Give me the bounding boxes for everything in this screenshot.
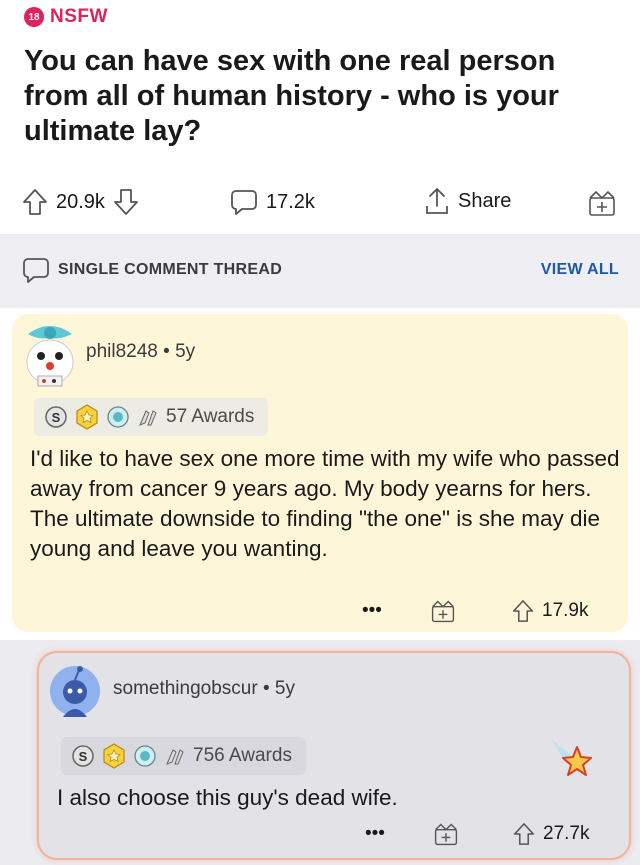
comment-username[interactable]: phil8248 [86, 341, 158, 362]
comment-vote-group: 17.9k [512, 599, 588, 623]
platinum-award-icon [106, 405, 130, 429]
view-all-link[interactable]: VIEW ALL [541, 261, 619, 279]
more-options-button[interactable]: ••• [362, 600, 382, 622]
awards-count: 756 Awards [193, 745, 292, 766]
gift-icon [587, 188, 617, 218]
silver-award-icon: S [71, 744, 95, 768]
silver-award-icon: S [44, 405, 68, 429]
meta-dot: • [163, 341, 176, 362]
comment-body: I also choose this guy's dead wife. [57, 785, 398, 810]
share-icon [424, 186, 450, 216]
comment-vote-count: 27.7k [543, 823, 590, 844]
share-label: Share [458, 189, 512, 212]
downvote-icon[interactable] [113, 188, 139, 216]
upvote-icon[interactable] [22, 188, 48, 216]
awards-count: 57 Awards [166, 406, 255, 427]
comments-button[interactable]: 17.2k [230, 188, 315, 216]
meta-dot: • [262, 678, 275, 699]
gold-award-icon [101, 743, 127, 769]
gift-icon[interactable] [430, 598, 456, 624]
upvote-icon[interactable] [513, 822, 535, 846]
highlighted-comment: phil8248 • 5y S 57 Awards I'd like to ha… [12, 314, 628, 632]
comment-vote-group: 27.7k [513, 822, 589, 846]
comment-age: 5y [175, 341, 196, 362]
platinum-award-icon [133, 744, 157, 768]
awards-bar[interactable]: S 756 Awards [61, 737, 306, 775]
award-button[interactable] [587, 188, 617, 218]
post-upvote-count: 20.9k [56, 190, 105, 213]
post-title: You can have sex with one real person fr… [24, 45, 559, 147]
comment-body: I'd like to have sex one more time with … [30, 446, 620, 561]
gift-icon[interactable] [433, 821, 459, 847]
comment-bubble-icon [230, 188, 258, 216]
upvote-icon[interactable] [512, 599, 534, 623]
thread-label: SINGLE COMMENT THREAD [58, 261, 283, 278]
svg-text:S: S [79, 749, 88, 764]
star-award-icon[interactable] [549, 737, 593, 781]
comment-username[interactable]: somethingobscur [113, 678, 258, 699]
post-vote-group: 20.9k [22, 188, 139, 216]
nsfw-18-badge: 18 [24, 7, 44, 27]
comment-bubble-icon [22, 256, 50, 284]
comment-meta: somethingobscur • 5y [113, 678, 295, 700]
avatar[interactable] [20, 320, 80, 395]
more-options-button[interactable]: ••• [365, 823, 385, 845]
avatar[interactable] [49, 665, 101, 722]
nsfw-tag: 18 NSFW [24, 6, 108, 28]
share-button[interactable]: Share [424, 186, 511, 216]
gold-award-icon [74, 404, 100, 430]
comment-age: 5y [274, 678, 295, 699]
svg-text:S: S [52, 410, 61, 425]
post-action-bar: 20.9k 17.2k Share [0, 178, 640, 226]
comment-vote-count: 17.9k [542, 600, 589, 621]
hands-award-icon [136, 405, 160, 429]
hands-award-icon [163, 744, 187, 768]
awards-bar[interactable]: S 57 Awards [34, 398, 269, 436]
nsfw-label: NSFW [50, 6, 108, 27]
reply-comment: somethingobscur • 5y S 756 Awards I also… [37, 651, 631, 860]
comment-meta: phil8248 • 5y [86, 341, 195, 363]
comment-count: 17.2k [266, 190, 315, 213]
